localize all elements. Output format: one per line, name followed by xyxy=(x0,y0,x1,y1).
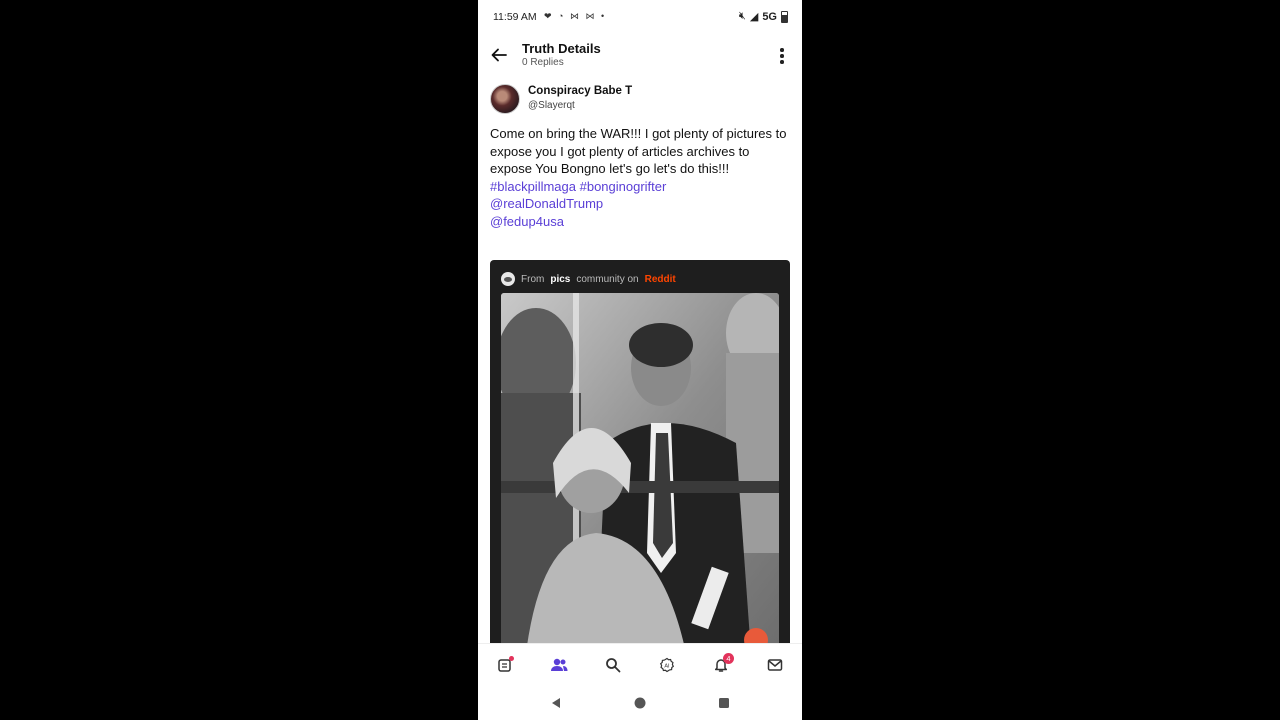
nav-search[interactable] xyxy=(599,651,627,679)
status-right: 🔇︎ ◢ 5G xyxy=(739,10,788,23)
page-title: Truth Details xyxy=(522,41,601,56)
more-options-button[interactable] xyxy=(774,46,790,66)
embed-prefix: From xyxy=(521,273,545,285)
phone-screen: 11:59 AM ❤ ◔ ⋈ ⋈ • 🔇︎ ◢ 5G Truth Details… xyxy=(478,0,802,720)
embed-source: From pics community on Reddit xyxy=(501,270,676,288)
mention-link[interactable]: @realDonaldTrump xyxy=(490,195,790,213)
square-recents-icon xyxy=(719,698,729,708)
mute-icon: 🔇︎ xyxy=(738,10,746,22)
nav-people[interactable] xyxy=(545,651,573,679)
embed-community: pics xyxy=(550,273,571,285)
reddit-icon xyxy=(501,272,515,286)
post-body: Come on bring the WAR!!! I got plenty of… xyxy=(490,125,790,231)
triangle-back-icon xyxy=(552,698,560,708)
back-button[interactable] xyxy=(488,44,510,66)
search-icon xyxy=(606,658,621,673)
nav-messages[interactable] xyxy=(761,651,789,679)
nav-feed[interactable] xyxy=(491,651,519,679)
status-time: 11:59 AM xyxy=(493,11,537,23)
mention-link[interactable]: @fedup4usa xyxy=(490,213,790,231)
feed-dot-badge xyxy=(509,656,514,661)
embed-source-name: Reddit xyxy=(644,273,676,285)
battery-icon xyxy=(781,10,788,23)
signal-icon: ◢ xyxy=(749,11,759,23)
avatar[interactable] xyxy=(490,84,520,114)
notification-icons: ❤ ◔ ⋈ ⋈ • xyxy=(544,11,607,21)
embedded-photo[interactable] xyxy=(501,293,779,653)
notification-badge: 4 xyxy=(723,653,734,664)
nav-ai[interactable]: AI xyxy=(653,651,681,679)
arrow-left-icon xyxy=(491,48,507,62)
reddit-embed-card[interactable]: From pics community on Reddit xyxy=(490,260,790,660)
network-label: 5G xyxy=(762,10,777,23)
photo-illustration xyxy=(501,293,779,653)
nav-notifications[interactable]: 4 xyxy=(707,651,735,679)
post-text: Come on bring the WAR!!! I got plenty of… xyxy=(490,126,787,177)
embed-middle: community on xyxy=(576,273,639,285)
hashtags-link[interactable]: #blackpillmaga #bonginogrifter xyxy=(490,178,790,196)
svg-text:AI: AI xyxy=(664,664,670,670)
top-app-bar: Truth Details 0 Replies xyxy=(478,36,802,76)
status-bar: 11:59 AM ❤ ◔ ⋈ ⋈ • 🔇︎ ◢ 5G xyxy=(478,0,802,34)
author-handle[interactable]: @Slayerqt xyxy=(528,100,575,111)
system-back-button[interactable] xyxy=(547,694,565,712)
replies-count: 0 Replies xyxy=(522,57,564,68)
author-name[interactable]: Conspiracy Babe T xyxy=(528,85,632,97)
system-home-button[interactable] xyxy=(631,694,649,712)
ai-icon: AI xyxy=(659,657,675,673)
system-navigation xyxy=(478,686,802,720)
system-recents-button[interactable] xyxy=(715,694,733,712)
kebab-menu-icon xyxy=(780,48,784,52)
people-icon xyxy=(551,658,568,671)
mail-icon xyxy=(767,659,783,671)
bottom-navigation: AI 4 xyxy=(478,643,802,686)
circle-home-icon xyxy=(634,697,646,709)
